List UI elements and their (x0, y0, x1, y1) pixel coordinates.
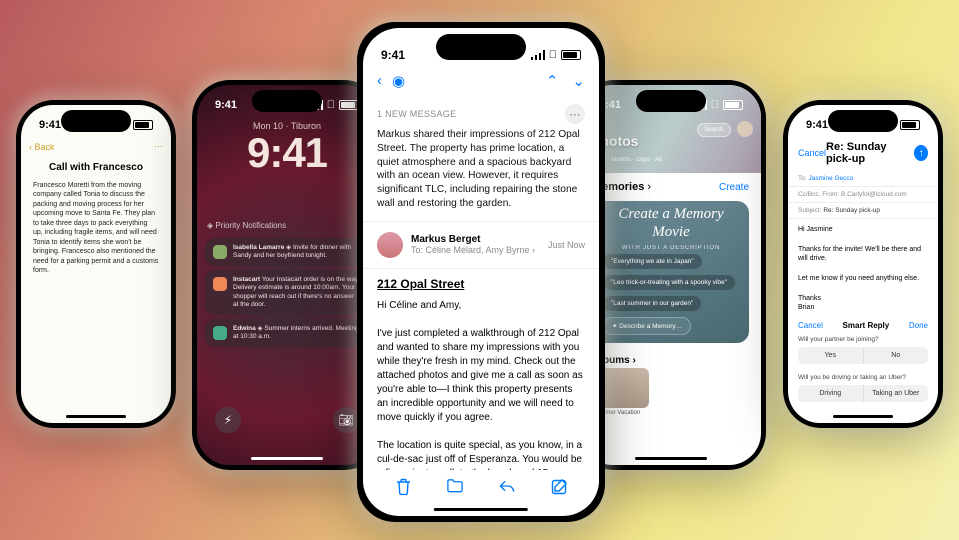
sr-option: No (863, 347, 929, 364)
from-name: Markus Berget (411, 234, 540, 245)
battery-icon (561, 50, 581, 60)
battery-icon (900, 120, 920, 130)
next-button[interactable]: ⌄ (572, 72, 585, 90)
mail-summary-card: 1 NEW MESSAGE ⋯ Markus shared their impr… (363, 96, 599, 222)
dynamic-island (61, 110, 131, 132)
create-link[interactable]: Create (719, 182, 749, 193)
sr-option: Driving (798, 385, 863, 402)
dynamic-island (252, 90, 322, 112)
sr-option: Taking an Uber (863, 385, 929, 402)
compose-body[interactable]: Hi Jasmine Thanks for the invite! We'll … (788, 219, 938, 319)
profile-button[interactable] (737, 121, 753, 137)
lock-date: Mon 10 · Tiburon (197, 121, 377, 131)
share-button[interactable]: ⋯ (154, 141, 163, 152)
subject-field[interactable]: Subject: Re: Sunday pick-up (788, 203, 938, 219)
summary-icon[interactable]: ◉ (392, 72, 405, 90)
reply-button[interactable] (498, 478, 516, 496)
memory-chip[interactable]: "Everything we ate in Japan" (603, 254, 702, 269)
back-button[interactable]: ‹ (377, 72, 382, 90)
phone-compose: 9:41 􀙇 Cancel Re: Sunday pick-up ↑ To: J… (783, 100, 943, 428)
priority-label: ◈ Priority Notifications (197, 217, 377, 234)
sr-question: Will you be driving or taking an Uber? (788, 370, 938, 383)
trash-button[interactable] (394, 478, 412, 496)
status-time: 9:41 (39, 119, 61, 131)
mail-subject: 212 Opal Street (363, 269, 599, 291)
cancel-button[interactable]: Cancel (798, 148, 826, 158)
sr-option: Yes (798, 347, 863, 364)
phone-lockscreen: 9:41 􀙇 Mon 10 · Tiburon 9:41 ◈ Priority … (192, 80, 382, 470)
notes-heading: Call with Francesco (21, 162, 171, 173)
battery-icon (723, 100, 743, 110)
memory-chip[interactable]: "Last summer in our garden" (603, 296, 701, 311)
home-indicator[interactable] (635, 457, 707, 460)
lock-clock: 9:41 (197, 129, 377, 177)
album-caption: Summer Vacation (581, 408, 761, 418)
wifi-icon: 􀙇 (327, 99, 335, 111)
memory-card[interactable]: Create a Memory Movie WITH JUST A DESCRI… (593, 201, 749, 343)
search-button[interactable]: Search (697, 123, 731, 137)
describe-memory-input[interactable]: ✦ Describe a Memory… (603, 317, 691, 335)
sr-cancel-button[interactable]: Cancel (798, 321, 823, 330)
battery-icon (339, 100, 359, 110)
sr-answer-segment[interactable]: YesNo (798, 347, 928, 364)
wifi-icon: 􀙇 (549, 49, 557, 61)
back-button[interactable]: ‹ Back (29, 142, 55, 152)
wifi-icon: 􀙇 (711, 99, 719, 111)
compose-title: Re: Sunday pick-up (826, 141, 914, 165)
notification[interactable]: Isabella Lamarre ◈ Invite for dinner wit… (205, 238, 369, 266)
home-indicator[interactable] (434, 508, 528, 511)
compose-button[interactable] (550, 478, 568, 496)
signal-icon (531, 50, 545, 60)
app-icon (213, 245, 227, 259)
avatar (377, 232, 403, 258)
status-time: 9:41 (215, 99, 237, 111)
folder-button[interactable] (446, 478, 464, 496)
flashlight-button[interactable]: ⚡︎ (215, 407, 241, 433)
home-indicator[interactable] (66, 415, 126, 418)
cc-field[interactable]: Cc/Bcc, From: B.Carlyfol@icloud.com (788, 187, 938, 203)
to-field[interactable]: To: Jasmine Gecco (788, 171, 938, 187)
app-icon (213, 277, 227, 291)
memory-title: Create a Memory Movie (603, 206, 739, 241)
home-indicator[interactable] (251, 457, 323, 460)
mail-from-row[interactable]: Markus Berget To: Céline Mélard, Amy Byr… (363, 222, 599, 269)
camera-button[interactable]: 📷︎ (333, 407, 359, 433)
phone-notes: 9:41 􀙇 ‹ Back ⋯ Call with Francesco Fran… (16, 100, 176, 428)
smart-reply-label: Smart Reply (843, 321, 890, 330)
new-message-label: 1 NEW MESSAGE (377, 109, 456, 119)
sr-done-button[interactable]: Done (909, 321, 928, 330)
sr-answer-segment[interactable]: DrivingTaking an Uber (798, 385, 928, 402)
notification[interactable]: Edwina ◈ Summer interns arrived. Meeting… (205, 319, 369, 347)
sr-question: Will your partner be joining? (788, 332, 938, 345)
memory-subtitle: WITH JUST A DESCRIPTION (622, 245, 720, 251)
prev-button[interactable]: ⌃ (546, 72, 559, 90)
dynamic-island (828, 110, 898, 132)
phone-mail: 9:41 􀙇 ‹ ◉ ⌃ ⌄ 1 NEW MESSAGE ⋯ Markus sh… (357, 22, 605, 522)
mail-toolbar (363, 470, 599, 504)
more-button[interactable]: ⋯ (565, 104, 585, 124)
notes-body: Francesco Moretti from the moving compan… (21, 181, 171, 275)
memory-chip[interactable]: "Leo trick-or-treating with a spooky vib… (603, 275, 735, 290)
status-time: 9:41 (806, 119, 828, 131)
status-time: 9:41 (381, 48, 405, 62)
mail-summary: Markus shared their impressions of 212 O… (377, 128, 585, 211)
app-icon (213, 326, 227, 340)
send-button[interactable]: ↑ (914, 145, 928, 161)
dynamic-island (436, 34, 526, 60)
notification[interactable]: Instacart Your Instacart order is on the… (205, 270, 369, 315)
mail-body: Hi Céline and Amy, I've just completed a… (363, 291, 599, 489)
battery-icon (133, 120, 153, 130)
home-indicator[interactable] (833, 415, 893, 418)
dynamic-island (636, 90, 706, 112)
mail-time: Just Now (548, 240, 585, 250)
